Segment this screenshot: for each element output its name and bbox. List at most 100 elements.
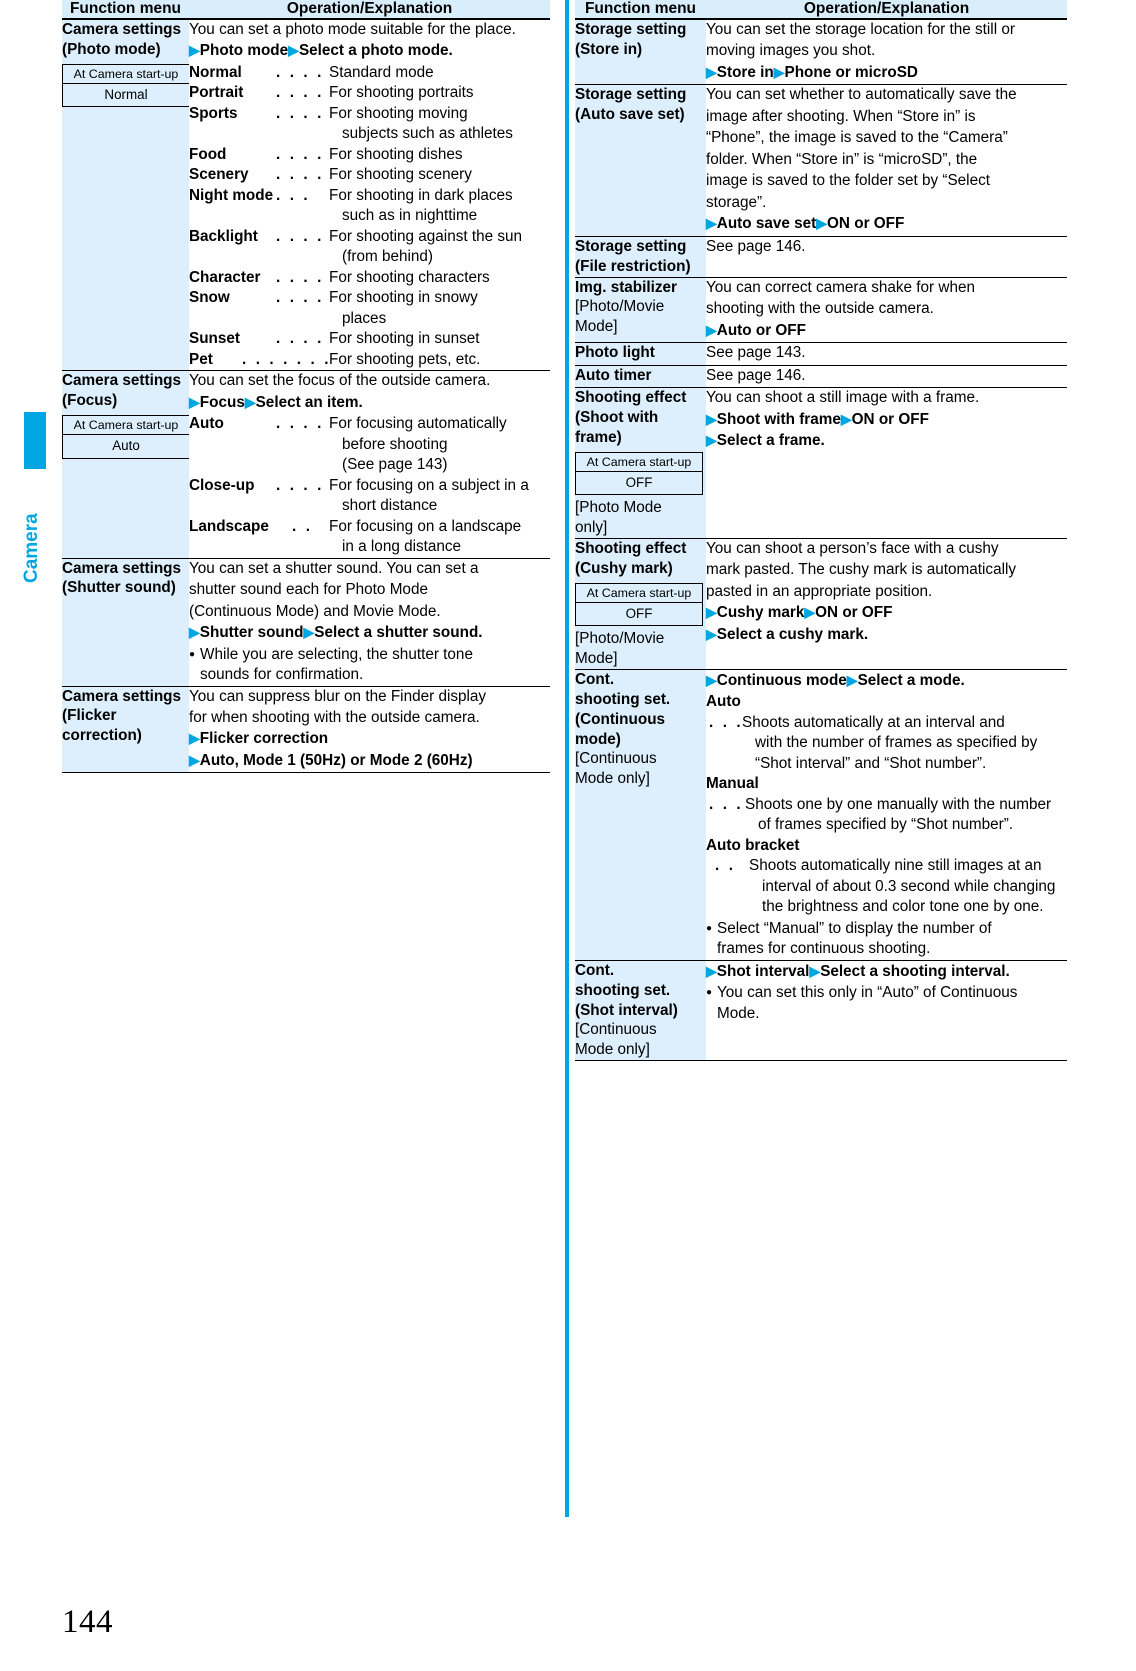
step-label: Continuous mode [716, 671, 847, 689]
menu-cell-photo-mode: Camera settings (Photo mode) At Camera s… [62, 19, 190, 372]
menu-mode-bracket: [Continuous [575, 1021, 657, 1039]
menu-title: Storage setting [575, 21, 687, 38]
intro-text-line: See page 146. [706, 237, 806, 255]
table-row: Img. stabilizer [Photo/Movie Mode] You c… [575, 277, 1067, 344]
list-item: Auto . . . . . . . . For focusing automa… [189, 414, 550, 475]
page-number: 144 [62, 1604, 113, 1640]
startup-default-label: At Camera start-up [63, 416, 189, 436]
list-item: Landscape . . For focusing on a landscap… [189, 517, 550, 558]
step-arrow-icon: ▶ [840, 410, 852, 427]
list-item: Backlight . . . . . For shooting against… [189, 227, 550, 268]
definition-desc: For focusing on a landscape in a long di… [329, 517, 521, 558]
step-label: Auto or OFF [716, 321, 806, 339]
startup-default-box: At Camera start-up OFF [575, 451, 703, 496]
definition-desc-line: such as in nighttime [342, 207, 478, 225]
operation-cell-shot-interval: ▶Shot interval▶Select a shooting interva… [706, 960, 1067, 1062]
step-sequence: ▶Photo mode▶Select a photo mode. [189, 41, 550, 61]
definition-desc-line: For shooting characters [329, 268, 490, 286]
definition-desc-line: the brightness and color tone one by one… [762, 898, 1044, 916]
step-label: Select an item. [255, 393, 363, 411]
menu-subtitle-cont: correction) [62, 727, 142, 745]
list-item: Portrait . . . . . . For shooting portra… [189, 83, 550, 103]
leader-dots: . . . . [276, 476, 324, 494]
intro-text-line: You can set the storage location for the… [706, 21, 1015, 38]
menu-mode-bracket-cont: only] [575, 519, 608, 537]
leader-dots: . . [715, 857, 736, 875]
operation-cell-shutter-sound: You can set a shutter sound. You can set… [189, 558, 550, 687]
operation-cell-auto-timer: See page 146. [706, 365, 1067, 389]
step-arrow-icon: ▶ [288, 42, 299, 59]
operation-cell-auto-save-set: You can set whether to automatically sav… [706, 84, 1067, 237]
definition-desc-line: Standard mode [329, 63, 434, 81]
intro-text-line: See page 146. [706, 366, 806, 384]
step-sequence: ▶Flicker correction [189, 729, 550, 749]
definition-desc-line: short distance [342, 497, 438, 515]
section-tab-label: Camera [21, 513, 42, 583]
leader-dots: . . . . . . . [276, 330, 329, 348]
definition-term: Manual [706, 775, 759, 793]
menu-title: Photo light [575, 344, 655, 362]
definition-desc-line: in a long distance [342, 538, 462, 556]
step-sequence: ▶Select a cushy mark. [706, 625, 1067, 645]
menu-subtitle: (Cushy mark) [575, 559, 673, 577]
step-label: ON or OFF [827, 215, 905, 233]
menu-mode-bracket-cont: Mode] [575, 650, 618, 668]
definition-desc-line: For shooting pets, etc. [329, 350, 481, 368]
intro-text-line: You can set a shutter sound. You can set… [189, 559, 479, 577]
list-item: Food . . . . . . . . For shooting dishes [189, 145, 550, 165]
intro-text-line: image is saved to the folder set by “Sel… [706, 172, 990, 190]
definition-desc-line: Shoots one by one manually with the numb… [745, 795, 1052, 813]
operation-cell-flicker-correction: You can suppress blur on the Finder disp… [189, 686, 550, 774]
definition-list: Normal . . . . . . . Standard mode Portr… [189, 63, 550, 370]
definition-desc-line: For shooting portraits [329, 84, 474, 102]
step-arrow-icon: ▶ [706, 431, 717, 448]
definition-term: Auto [706, 693, 741, 711]
menu-title: Shooting effect [575, 389, 687, 407]
definition-term: Character [189, 268, 261, 286]
intro-text-line: You can set whether to automatically sav… [706, 86, 1017, 104]
step-sequence: ▶Store in▶Phone or microSD [706, 63, 1067, 83]
definition-term: Pet [189, 350, 213, 368]
definition-desc-line: For focusing automatically [329, 415, 507, 433]
intro-text-line: See page 143. [706, 344, 806, 362]
menu-mode-bracket: [Photo/Movie [575, 630, 665, 648]
definition-term: Food [189, 145, 227, 163]
leader-dots: . . . . . . . . . . [242, 350, 329, 368]
menu-subtitle: (Store in) [575, 40, 643, 58]
menu-cell-store-in: Storage setting (Store in) [575, 19, 706, 86]
step-arrow-icon: ▶ [189, 730, 200, 747]
intro-text-line: shutter sound each for Photo Mode [189, 581, 428, 599]
step-sequence: ▶Auto, Mode 1 (50Hz) or Mode 2 (60Hz) [189, 751, 550, 771]
step-label: Auto save set [716, 215, 817, 233]
definition-desc-line: For shooting against the sun [329, 227, 523, 245]
definition-desc-line: For focusing on a subject in a [329, 476, 529, 494]
leader-dots: . . . . . . . [276, 63, 329, 81]
table-row: Storage setting (Auto save set) You can … [575, 84, 1067, 237]
menu-cell-photo-light: Photo light [575, 342, 706, 366]
menu-title: Storage setting [575, 237, 687, 255]
list-item: . . Shoots automatically nine still imag… [706, 856, 1067, 917]
menu-cell-shoot-with-frame: Shooting effect (Shoot with frame) At Ca… [575, 387, 706, 539]
section-tab-marker [24, 412, 46, 469]
note-item: You can set this only in “Auto” of Conti… [706, 983, 1067, 1024]
operation-cell-focus: You can set the focus of the outside cam… [189, 370, 550, 559]
menu-cell-file-restriction: Storage setting (File restriction) [575, 236, 706, 278]
menu-mode-bracket: [Photo/Movie [575, 298, 665, 316]
definition-term: Auto [189, 415, 224, 433]
intro-text-line: storage”. [706, 193, 767, 211]
intro-text-line: “Phone”, the image is saved to the “Came… [706, 129, 1008, 147]
table-row: Shooting effect (Shoot with frame) At Ca… [575, 387, 1067, 539]
step-arrow-icon: ▶ [804, 604, 816, 621]
intro-text-line: pasted in an appropriate position. [706, 582, 933, 600]
menu-subtitle: (Auto save set) [575, 106, 685, 124]
menu-title: Camera settings [62, 21, 182, 38]
intro-text-line: for when shooting with the outside camer… [189, 708, 480, 726]
leader-dots: . . . [709, 795, 744, 813]
leader-dots: . . . . [276, 268, 324, 286]
step-sequence: ▶Auto save set▶ON or OFF [706, 214, 1067, 234]
definition-desc-line: before shooting [342, 435, 448, 453]
table-row: Photo light See page 143. [575, 342, 1067, 366]
menu-mode-bracket: [Photo Mode [575, 499, 662, 517]
startup-default-value: Auto [112, 438, 140, 454]
menu-cell-shot-interval: Cont. shooting set. (Shot interval) [Con… [575, 960, 706, 1062]
